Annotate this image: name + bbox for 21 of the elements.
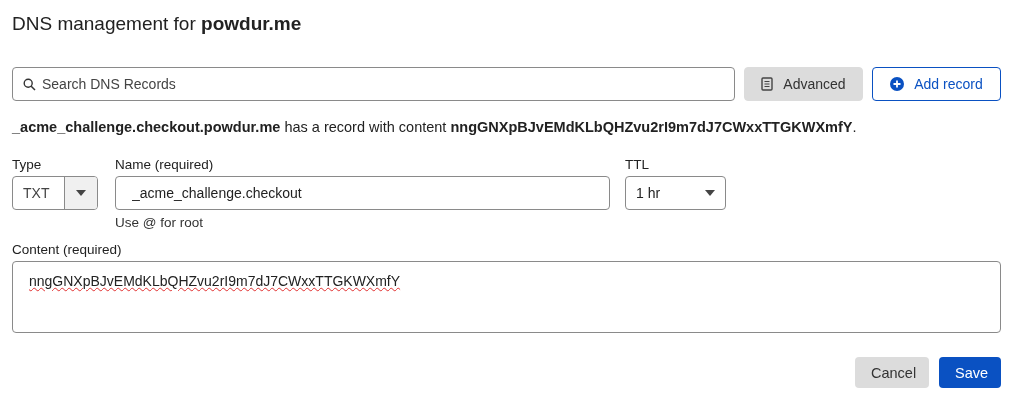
name-field[interactable]: _acme_challenge.checkout	[115, 176, 610, 210]
name-label: Name (required)	[115, 157, 215, 174]
document-icon	[761, 77, 774, 91]
add-record-button[interactable]: Add record	[872, 67, 1001, 101]
ttl-select[interactable]: 1 hr	[625, 176, 726, 210]
search-field[interactable]: Search DNS Records	[12, 67, 735, 101]
record-notice: _acme_challenge.checkout.powdur.me has a record with content nngGNXpBJvEMdKLbQHZvu2rI9m7dJ7CWxxTTGKWXmfY.	[12, 119, 858, 137]
content-field[interactable]: nngGNXpBJvEMdKLbQHZvu2rI9m7dJ7CWxxTTGKWXmfY	[12, 261, 1001, 333]
content-label: Content (required)	[12, 242, 123, 259]
ttl-label: TTL	[625, 157, 650, 174]
caret-icon	[705, 190, 715, 196]
type-label: Type	[12, 157, 43, 174]
name-hint: Use @ for root	[115, 215, 204, 230]
save-button[interactable]: Save	[939, 357, 1001, 388]
plus-circle-icon	[890, 77, 905, 91]
page-title: DNS management for powdur.me	[12, 12, 303, 36]
advanced-button[interactable]: Advanced	[744, 67, 863, 101]
caret-icon	[76, 190, 86, 196]
cancel-button[interactable]: Cancel	[855, 357, 929, 388]
type-select[interactable]: TXT	[12, 176, 98, 210]
search-icon	[23, 78, 36, 91]
